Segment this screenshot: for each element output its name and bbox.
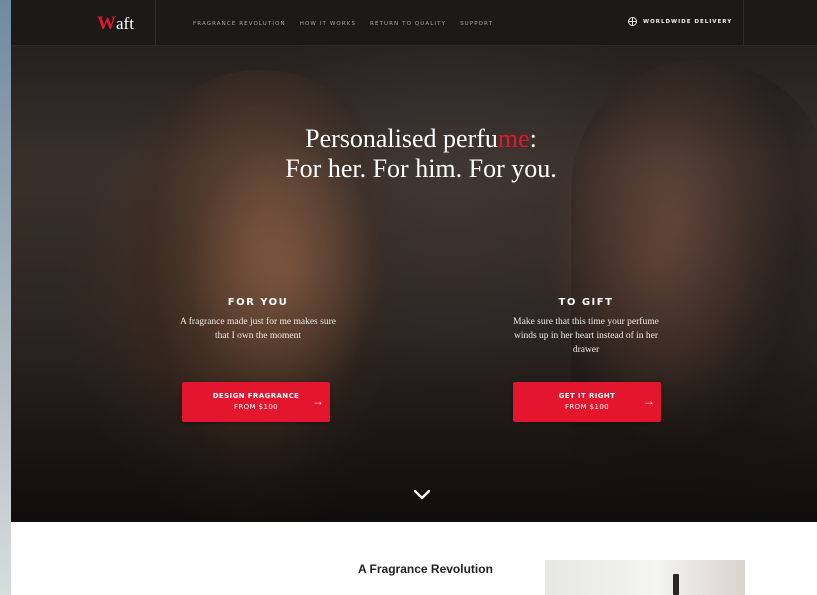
headline-line-2: For her. For him. For you.: [285, 154, 557, 183]
arrow-right-icon: →: [643, 394, 655, 408]
get-it-right-label: GET IT RIGHT: [558, 392, 616, 400]
to-gift-text: Make sure that this time your perfume wi…: [513, 317, 659, 355]
nav-divider: [743, 0, 744, 45]
nav-divider: [155, 0, 156, 45]
for-you-text: A fragrance made just for me makes sure …: [180, 317, 336, 341]
design-fragrance-button[interactable]: DESIGN FRAGRANCE FROM $100 →: [182, 382, 330, 422]
logo-mark: W: [97, 13, 116, 34]
section-title: A Fragrance Revolution: [358, 562, 493, 576]
for-you-title: FOR YOU: [227, 297, 289, 308]
hero-section: [11, 0, 817, 522]
to-gift-column: TO GIFT Make sure that this time your pe…: [507, 297, 665, 357]
nav-link-fragrance-revolution[interactable]: FRAGRANCE REVOLUTION: [193, 21, 286, 27]
worldwide-delivery-link[interactable]: WORLDWIDE DELIVERY: [628, 17, 732, 26]
hero-headline: Personalised perfume: For her. For him. …: [211, 124, 631, 184]
globe-icon: [628, 17, 637, 26]
for-you-column: FOR YOU A fragrance made just for me mak…: [176, 297, 340, 343]
get-it-right-button[interactable]: GET IT RIGHT FROM $100 →: [513, 382, 661, 422]
nav-links: FRAGRANCE REVOLUTION HOW IT WORKS RETURN…: [193, 21, 493, 27]
to-gift-title: TO GIFT: [558, 297, 614, 308]
chevron-down-icon[interactable]: [413, 488, 431, 502]
top-navigation: Waft FRAGRANCE REVOLUTION HOW IT WORKS R…: [11, 0, 817, 46]
nav-link-support[interactable]: SUPPORT: [460, 21, 493, 27]
headline-accent: me: [497, 124, 530, 153]
logo[interactable]: Waft: [97, 13, 134, 34]
get-it-right-price: FROM $100: [564, 403, 610, 411]
design-fragrance-label: DESIGN FRAGRANCE: [212, 392, 300, 400]
design-fragrance-price: FROM $100: [233, 403, 279, 411]
arrow-right-icon: →: [312, 394, 324, 408]
section-image: [545, 560, 745, 595]
logo-text: aft: [116, 14, 134, 33]
headline-colon: :: [529, 124, 537, 153]
fragrance-revolution-section: A Fragrance Revolution: [11, 522, 817, 595]
background-edge: [0, 0, 11, 595]
headline-text: Personalised perfu: [305, 124, 498, 153]
perfume-bottle-image: [673, 574, 679, 595]
nav-link-how-it-works[interactable]: HOW IT WORKS: [300, 21, 356, 27]
nav-link-return-to-quality[interactable]: RETURN TO QUALITY: [370, 21, 446, 27]
worldwide-delivery-label: WORLDWIDE DELIVERY: [643, 18, 733, 25]
